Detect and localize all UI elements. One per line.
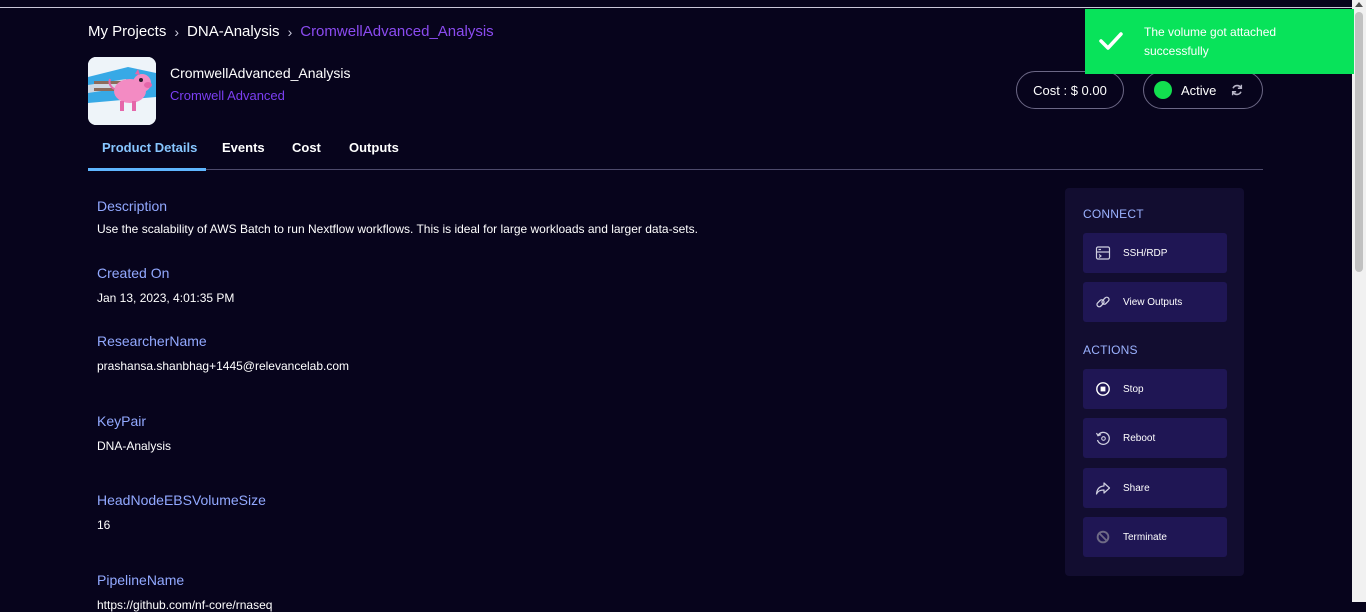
stop-icon bbox=[1096, 382, 1110, 396]
breadcrumb-current: CromwellAdvanced_Analysis bbox=[300, 23, 494, 40]
detail-label: PipelineName bbox=[97, 572, 185, 588]
detail-value: prashansa.shanbhag+1445@relevancelab.com bbox=[97, 359, 350, 373]
scroll-up-arrow-icon[interactable] bbox=[1355, 2, 1363, 7]
share-icon bbox=[1095, 482, 1111, 495]
tab-outputs[interactable]: Outputs bbox=[349, 140, 399, 155]
terminate-button[interactable]: Terminate bbox=[1083, 517, 1227, 557]
detail-keypair: KeyPair DNA-Analysis bbox=[97, 413, 171, 453]
breadcrumb-separator: › bbox=[174, 23, 180, 40]
share-button[interactable]: Share bbox=[1083, 468, 1227, 508]
link-icon bbox=[1096, 296, 1110, 308]
detail-label: HeadNodeEBSVolumeSize bbox=[97, 492, 266, 508]
actions-panel: CONNECT SSH/RDP View Outputs ACTIONS Sto… bbox=[1065, 188, 1244, 576]
stop-label: Stop bbox=[1123, 383, 1144, 395]
detail-value: 16 bbox=[97, 518, 111, 532]
product-subtitle: Cromwell Advanced bbox=[170, 88, 285, 103]
detail-pipeline-name: PipelineName https://github.com/nf-core/… bbox=[97, 572, 272, 612]
detail-label: ResearcherName bbox=[97, 333, 207, 349]
cost-label: Cost : $ 0.00 bbox=[1033, 82, 1107, 98]
stop-button[interactable]: Stop bbox=[1083, 369, 1227, 409]
refresh-icon[interactable] bbox=[1230, 83, 1244, 97]
ssh-rdp-label: SSH/RDP bbox=[1123, 247, 1168, 259]
terminal-icon bbox=[1095, 246, 1111, 260]
connect-section-title: CONNECT bbox=[1083, 207, 1144, 221]
reboot-label: Reboot bbox=[1123, 432, 1156, 444]
detail-description: Description Use the scalability of AWS B… bbox=[97, 198, 698, 236]
share-label: Share bbox=[1123, 482, 1150, 494]
top-divider bbox=[0, 7, 1352, 8]
pig-logo-icon bbox=[88, 57, 156, 125]
breadcrumb-my-projects[interactable]: My Projects bbox=[88, 23, 166, 40]
status-dot-icon bbox=[1154, 81, 1172, 99]
view-outputs-label: View Outputs bbox=[1123, 296, 1183, 308]
status-label: Active bbox=[1181, 82, 1217, 98]
detail-value: DNA-Analysis bbox=[97, 439, 172, 453]
detail-label: Description bbox=[97, 198, 168, 214]
reboot-button[interactable]: Reboot bbox=[1083, 418, 1227, 458]
tab-cost[interactable]: Cost bbox=[292, 140, 321, 155]
detail-researcher-name: ResearcherName prashansa.shanbhag+1445@r… bbox=[97, 333, 349, 373]
status-badge: Active bbox=[1143, 71, 1263, 109]
success-toast: The volume got attached successfully bbox=[1085, 9, 1354, 74]
detail-headnode-ebs-volume-size: HeadNodeEBSVolumeSize 16 bbox=[97, 492, 266, 532]
detail-value: Use the scalability of AWS Batch to run … bbox=[97, 222, 698, 236]
tab-product-details[interactable]: Product Details bbox=[102, 140, 197, 155]
view-outputs-button[interactable]: View Outputs bbox=[1083, 282, 1227, 322]
scrollbar-thumb[interactable] bbox=[1355, 12, 1363, 272]
product-title: CromwellAdvanced_Analysis bbox=[170, 65, 351, 81]
tab-bar: Product Details Events Cost Outputs bbox=[88, 136, 1263, 171]
breadcrumb: My Projects › DNA-Analysis › CromwellAdv… bbox=[88, 23, 494, 40]
detail-value: Jan 13, 2023, 4:01:35 PM bbox=[97, 291, 235, 305]
terminate-icon bbox=[1096, 530, 1110, 544]
breadcrumb-project[interactable]: DNA-Analysis bbox=[187, 23, 280, 40]
detail-value: https://github.com/nf-core/rnaseq bbox=[97, 598, 273, 612]
toast-message: The volume got attached successfully bbox=[1144, 25, 1277, 58]
breadcrumb-separator: › bbox=[287, 23, 293, 40]
tab-events[interactable]: Events bbox=[222, 140, 265, 155]
reboot-icon bbox=[1095, 431, 1110, 446]
scrollbar[interactable] bbox=[1352, 0, 1366, 602]
detail-label: KeyPair bbox=[97, 413, 147, 429]
detail-label: Created On bbox=[97, 265, 170, 281]
ssh-rdp-button[interactable]: SSH/RDP bbox=[1083, 233, 1227, 273]
cost-badge: Cost : $ 0.00 bbox=[1016, 71, 1124, 109]
detail-created-on: Created On Jan 13, 2023, 4:01:35 PM bbox=[97, 265, 234, 305]
check-icon bbox=[1099, 32, 1123, 50]
actions-section-title: ACTIONS bbox=[1083, 343, 1138, 357]
terminate-label: Terminate bbox=[1123, 531, 1167, 543]
active-tab-indicator bbox=[88, 168, 206, 171]
